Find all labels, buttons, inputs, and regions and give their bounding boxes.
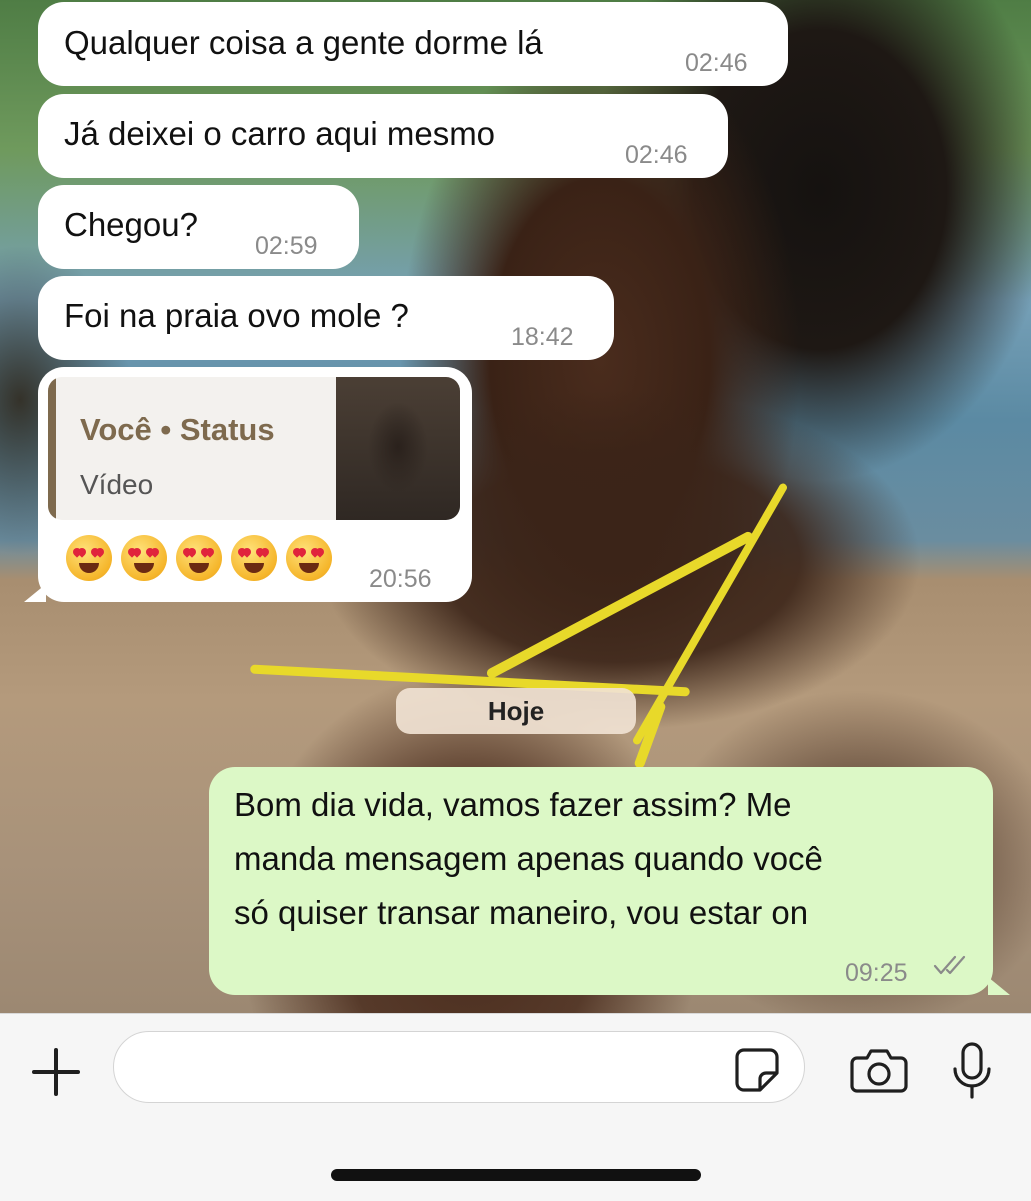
input-bar (0, 1013, 1031, 1201)
message-time: 02:46 (625, 141, 688, 169)
plus-icon[interactable] (32, 1048, 80, 1096)
message-bubble-incoming-status-reply[interactable]: Você • Status Vídeo 20:56 (38, 367, 472, 602)
quote-title: Você • Status (80, 412, 275, 447)
message-text: Já deixei o carro aqui mesmo (64, 115, 496, 152)
status-video-thumbnail[interactable] (336, 377, 460, 520)
heart-eyes-emoji (66, 535, 112, 581)
message-text-line: manda mensagem apenas quando você (234, 840, 823, 877)
emoji-row (66, 535, 341, 581)
bubble-tail (988, 977, 1010, 995)
message-bubble-outgoing[interactable]: Bom dia vida, vamos fazer assim? Me mand… (209, 767, 993, 995)
message-time: 02:59 (255, 232, 318, 260)
message-time: 02:46 (685, 49, 748, 77)
day-separator: Hoje (396, 688, 636, 734)
heart-eyes-emoji (121, 535, 167, 581)
message-bubble-incoming[interactable]: Chegou? 02:59 (38, 185, 359, 269)
bubble-tail (24, 584, 46, 602)
message-time: 18:42 (511, 323, 574, 351)
message-text: Qualquer coisa a gente dorme lá (64, 24, 543, 61)
message-time: 20:56 (369, 565, 432, 593)
message-text: Foi na praia ovo mole ? (64, 297, 409, 334)
heart-eyes-emoji (231, 535, 277, 581)
quote-subtitle: Vídeo (80, 469, 154, 500)
quote-accent-bar (48, 377, 56, 520)
double-check-icon (933, 955, 966, 975)
message-time: 09:25 (845, 959, 908, 987)
camera-icon[interactable] (849, 1048, 909, 1094)
message-text: Chegou? (64, 206, 198, 243)
sticker-icon[interactable] (734, 1047, 780, 1093)
message-bubble-incoming[interactable]: Qualquer coisa a gente dorme lá 02:46 (38, 2, 788, 86)
message-bubble-incoming[interactable]: Já deixei o carro aqui mesmo 02:46 (38, 94, 728, 178)
quoted-status[interactable]: Você • Status Vídeo (48, 377, 460, 520)
message-bubble-incoming[interactable]: Foi na praia ovo mole ? 18:42 (38, 276, 614, 360)
heart-eyes-emoji (286, 535, 332, 581)
heart-eyes-emoji (176, 535, 222, 581)
message-text-line: Bom dia vida, vamos fazer assim? Me (234, 786, 792, 823)
message-text-line: só quiser transar maneiro, vou estar on (234, 894, 809, 931)
message-input[interactable] (113, 1031, 805, 1103)
microphone-icon[interactable] (950, 1041, 994, 1103)
home-indicator (331, 1169, 701, 1181)
